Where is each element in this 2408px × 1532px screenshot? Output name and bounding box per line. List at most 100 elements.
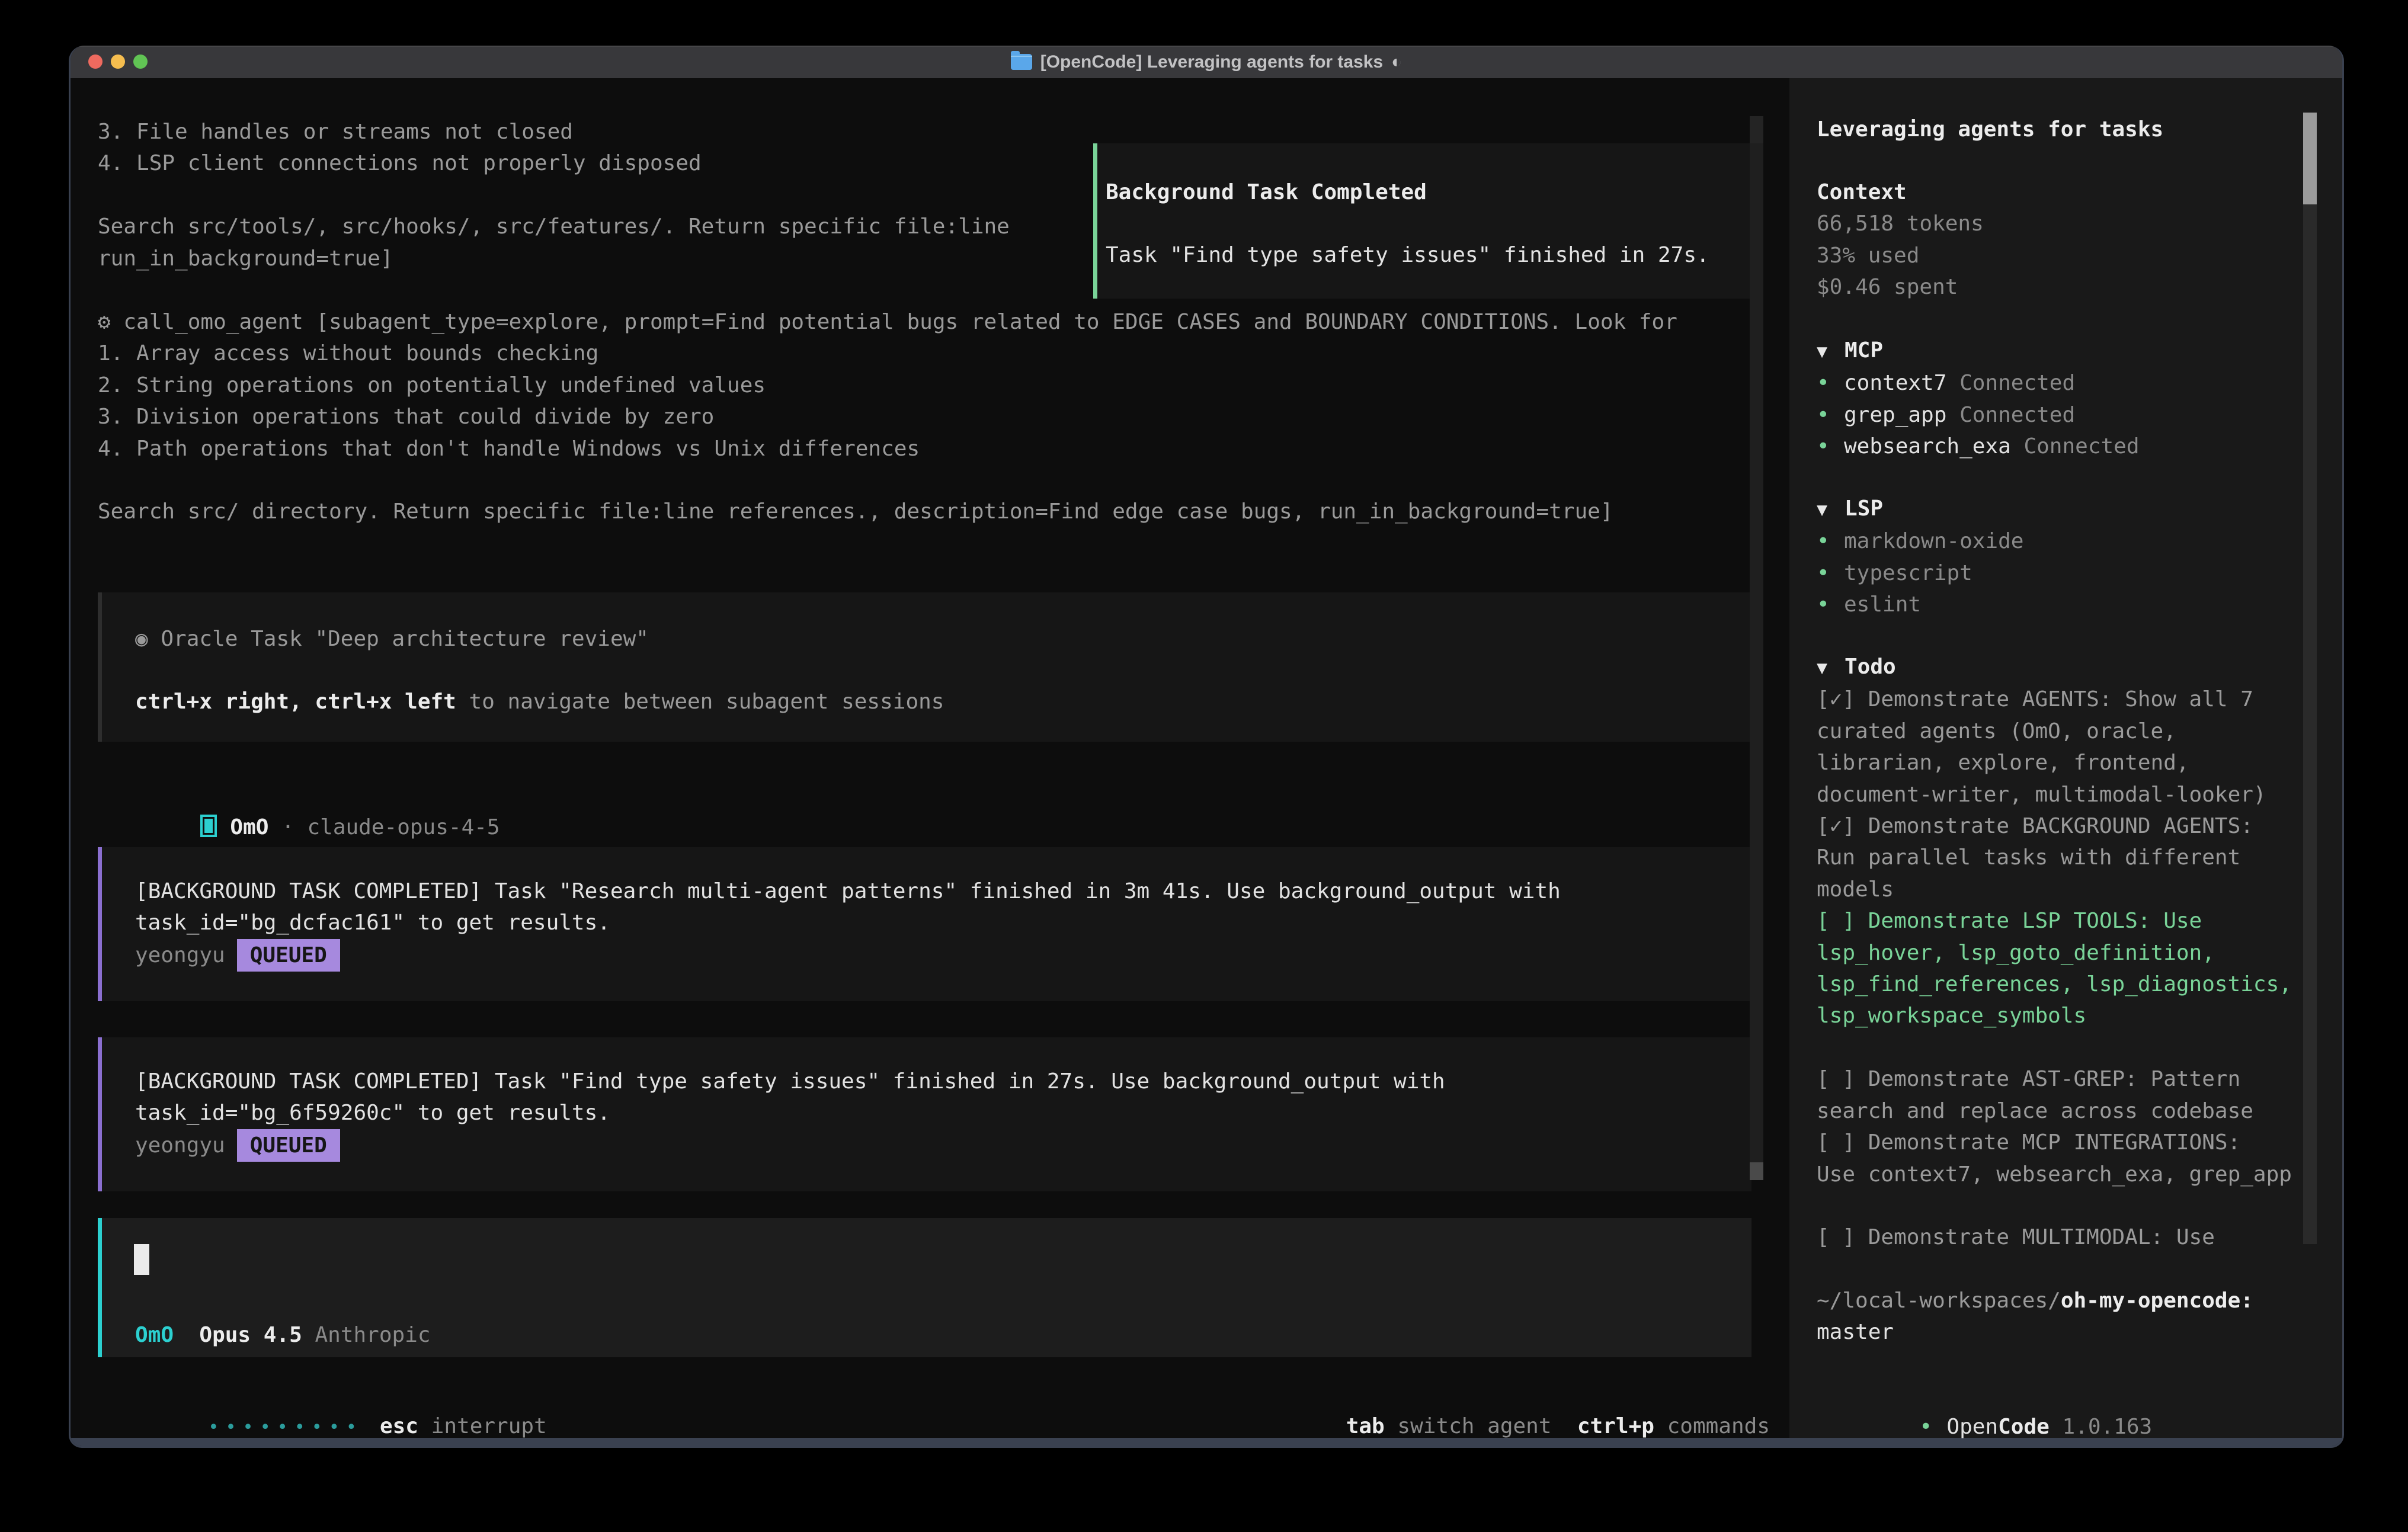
bullet-icon: • — [1817, 589, 1844, 620]
todo-active-item: [ ] Demonstrate LSP TOOLS: Use lsp_hover… — [1817, 905, 2292, 1032]
gear-icon: ⚙ — [98, 310, 111, 334]
input-model: Opus 4.5 — [199, 1323, 302, 1347]
todo-pending-items: [ ] Demonstrate AST-GREP: Pattern search… — [1817, 1032, 2292, 1254]
oracle-title: Oracle Task "Deep architecture review" — [161, 627, 649, 651]
terminal-window: [OpenCode] Leveraging agents for tasks ◐… — [69, 46, 2344, 1448]
lsp-item: •typescript — [1817, 557, 2023, 589]
main-scrollbar-thumb-top[interactable] — [1750, 116, 1763, 143]
tool-call-list: 1. Array access without bounds checking … — [98, 338, 1677, 464]
context-stats: 66,518 tokens 33% used $0.46 spent — [1817, 208, 1984, 303]
statusbar-left: ••••••••• esc interrupt — [105, 1379, 547, 1448]
task-meta: yeongyu QUEUED — [135, 939, 1751, 972]
record-icon: ◐ — [1391, 52, 1402, 72]
workspace-prefix: ~/local-workspaces/ — [1817, 1289, 2061, 1313]
context-heading: Context — [1817, 177, 1984, 208]
mcp-heading: MCP — [1845, 338, 1883, 363]
oracle-task-card: ◉ Oracle Task "Deep architecture review"… — [98, 592, 1751, 742]
mcp-section: ▼MCP •context7 Connected •grep_app Conne… — [1817, 335, 2140, 463]
branch-name: master — [1817, 1316, 2253, 1348]
background-task-toast: Background Task Completed Task "Find typ… — [1093, 143, 1762, 299]
agent-name: OmO — [230, 815, 268, 839]
sidebar: Leveraging agents for tasks Context 66,5… — [1789, 78, 2342, 1438]
close-button[interactable] — [88, 55, 103, 69]
bullet-icon: • — [1817, 557, 1844, 589]
main-terminal: 3. File handles or streams not closed 4.… — [71, 78, 1789, 1438]
ctrl-p-action: commands — [1667, 1414, 1770, 1438]
app-name-regular: Open — [1946, 1415, 1998, 1439]
esc-action: interrupt — [431, 1414, 547, 1438]
input-agent-name: OmO — [135, 1323, 174, 1347]
task-author: yeongyu — [135, 943, 225, 967]
lsp-header[interactable]: ▼LSP — [1817, 493, 2023, 525]
app-name-bold: Code — [1998, 1415, 2050, 1439]
todo-section: ▼Todo [✓] Demonstrate AGENTS: Show all 7… — [1817, 651, 2292, 1254]
queued-badge: QUEUED — [237, 939, 340, 972]
statusbar-right: tab switch agent ctrl+p commands — [1243, 1379, 1770, 1448]
tab-action: switch agent — [1397, 1414, 1551, 1438]
bullet-icon: • — [1817, 399, 1844, 431]
agent-model: claude-opus-4-5 — [307, 815, 499, 839]
oracle-hint-rest: to navigate between subagent sessions — [456, 690, 944, 714]
bullet-icon: • — [1817, 525, 1844, 557]
bullet-icon: • — [1817, 431, 1844, 462]
toast-body: Task "Find type safety issues" finished … — [1106, 239, 1747, 271]
task-author: yeongyu — [135, 1133, 225, 1158]
todo-header[interactable]: ▼Todo — [1817, 651, 2292, 684]
spinner-dots-icon: ••••••••• — [208, 1417, 363, 1438]
todo-heading: Todo — [1845, 655, 1896, 679]
lsp-item: •markdown-oxide — [1817, 525, 2023, 557]
minimize-button[interactable] — [111, 55, 125, 69]
queued-badge: QUEUED — [237, 1129, 340, 1162]
bullet-icon: • — [1817, 367, 1844, 399]
lsp-item: •eslint — [1817, 589, 2023, 620]
lsp-section: ▼LSP •markdown-oxide •typescript •eslint — [1817, 493, 2023, 621]
task-meta: yeongyu QUEUED — [135, 1129, 1751, 1162]
task-card: [BACKGROUND TASK COMPLETED] Task "Resear… — [98, 847, 1751, 1001]
version-line: •OpenCode 1.0.163 — [1817, 1380, 2152, 1448]
task-card: [BACKGROUND TASK COMPLETED] Task "Find t… — [98, 1037, 1751, 1191]
prompt-input-box[interactable]: OmO Opus 4.5 Anthropic — [98, 1218, 1751, 1357]
tool-call-head: call_omo_agent [subagent_type=explore, p… — [123, 310, 1677, 334]
lsp-heading: LSP — [1845, 496, 1883, 521]
mcp-item: •grep_app Connected — [1817, 399, 2140, 431]
input-status-line: OmO Opus 4.5 Anthropic — [135, 1319, 431, 1351]
mcp-item: •websearch_exa Connected — [1817, 431, 2140, 462]
mcp-header[interactable]: ▼MCP — [1817, 335, 2140, 367]
sidebar-scrollbar[interactable] — [2303, 113, 2317, 1244]
mcp-item: •context7 Connected — [1817, 367, 2140, 399]
window-title-text: [OpenCode] Leveraging agents for tasks — [1040, 52, 1383, 72]
ctrl-p-key: ctrl+p — [1577, 1414, 1654, 1438]
bullet-icon: • — [1919, 1411, 1946, 1443]
task-message: [BACKGROUND TASK COMPLETED] Task "Find t… — [135, 1066, 1751, 1129]
esc-key: esc — [380, 1414, 418, 1438]
window-title: [OpenCode] Leveraging agents for tasks ◐ — [1011, 52, 1402, 72]
tool-call-tail: Search src/ directory. Return specific f… — [98, 496, 1613, 527]
titlebar[interactable]: [OpenCode] Leveraging agents for tasks ◐ — [71, 46, 2342, 78]
chevron-down-icon: ▼ — [1817, 336, 1845, 367]
todo-done-items: [✓] Demonstrate AGENTS: Show all 7 curat… — [1817, 684, 2292, 905]
folder-icon — [1011, 54, 1032, 70]
zoom-button[interactable] — [133, 55, 148, 69]
tool-call: ⚙ call_omo_agent [subagent_type=explore,… — [98, 306, 1677, 464]
chevron-down-icon: ▼ — [1817, 494, 1845, 525]
oracle-icon: ◉ — [135, 627, 148, 651]
context-section: Context 66,518 tokens 33% used $0.46 spe… — [1817, 177, 1984, 303]
tab-key: tab — [1346, 1414, 1385, 1438]
chevron-down-icon: ▼ — [1817, 652, 1845, 684]
workspace-path: ~/local-workspaces/oh-my-opencode: maste… — [1817, 1285, 2253, 1348]
toast-title: Background Task Completed — [1106, 177, 1747, 208]
oracle-hint: ctrl+x right, ctrl+x left to navigate be… — [135, 686, 1751, 717]
session-title: Leveraging agents for tasks — [1817, 114, 2163, 145]
workspace-repo: oh-my-opencode: — [2061, 1289, 2253, 1313]
agent-separator: · — [281, 815, 294, 839]
oracle-hint-keys: ctrl+x right, ctrl+x left — [135, 690, 456, 714]
agent-square-icon — [200, 815, 217, 837]
task-message: [BACKGROUND TASK COMPLETED] Task "Resear… — [135, 876, 1751, 939]
scrollback-text: 3. File handles or streams not closed 4.… — [98, 116, 1010, 274]
version-number: 1.0.163 — [2062, 1415, 2152, 1439]
text-cursor — [134, 1244, 149, 1275]
input-provider: Anthropic — [315, 1323, 430, 1347]
main-scrollbar-thumb[interactable] — [1750, 1162, 1763, 1180]
sidebar-scrollbar-thumb[interactable] — [2303, 113, 2317, 204]
main-scrollbar[interactable] — [1750, 116, 1763, 1180]
